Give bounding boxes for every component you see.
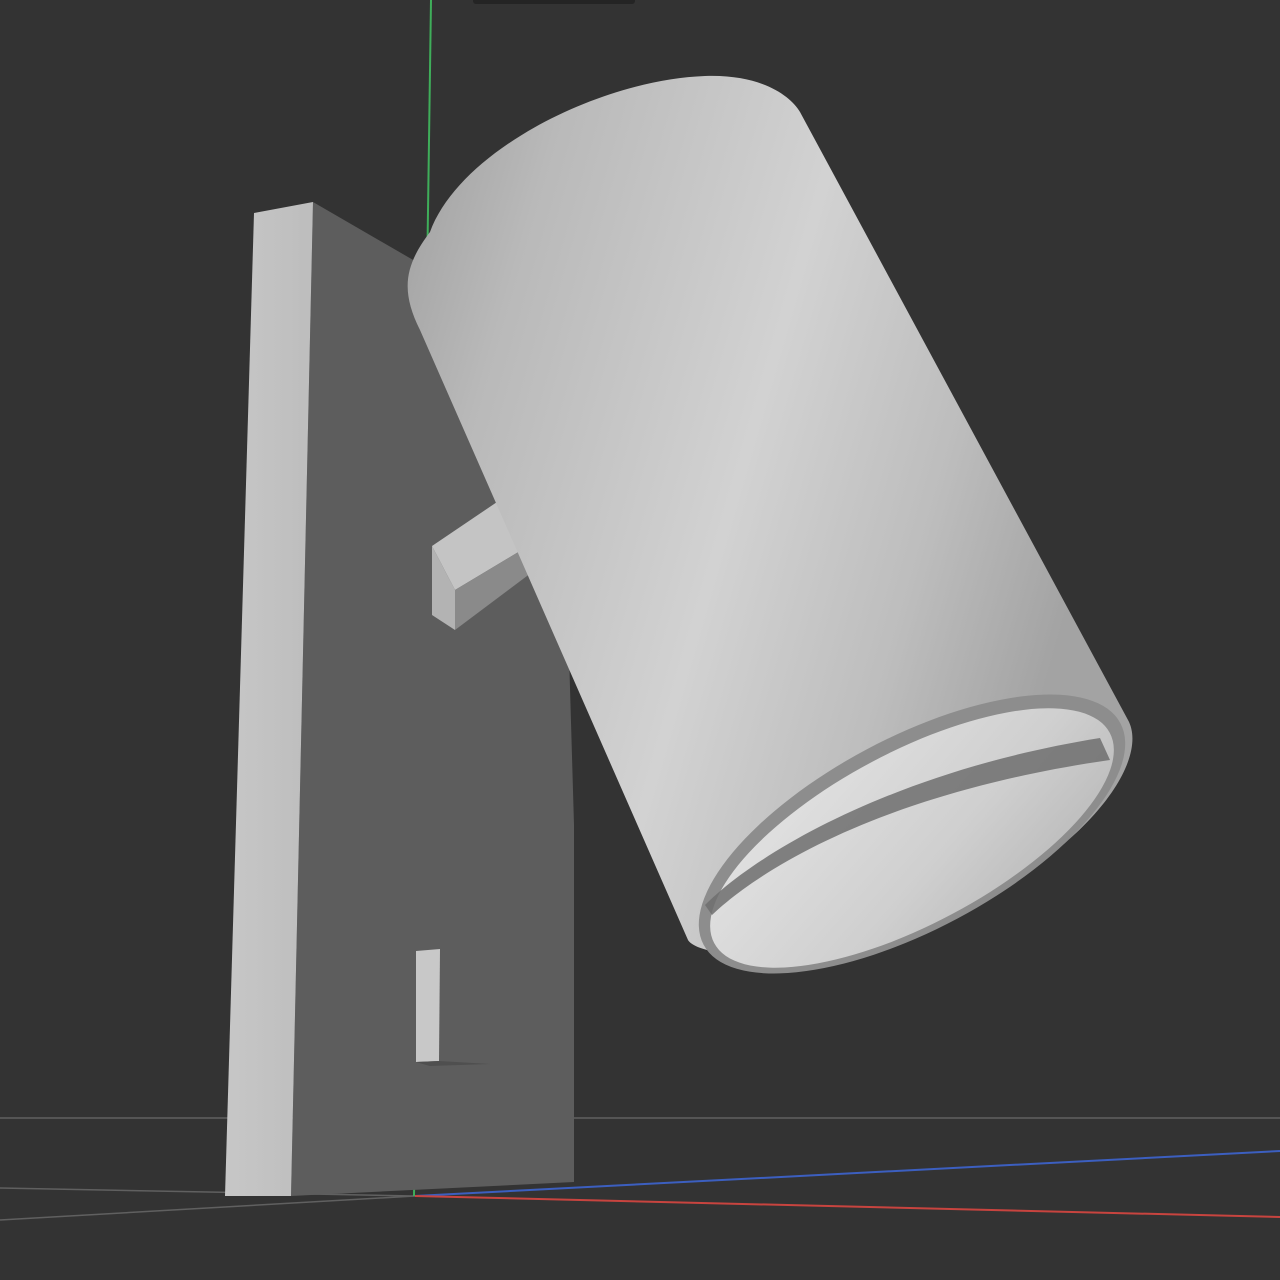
3d-viewport[interactable] xyxy=(0,0,1280,1280)
x-axis-line xyxy=(414,1195,1280,1218)
scene-canvas xyxy=(0,0,1280,1221)
grid-line-left-lower xyxy=(0,1195,416,1221)
switch-slot xyxy=(416,949,440,1062)
